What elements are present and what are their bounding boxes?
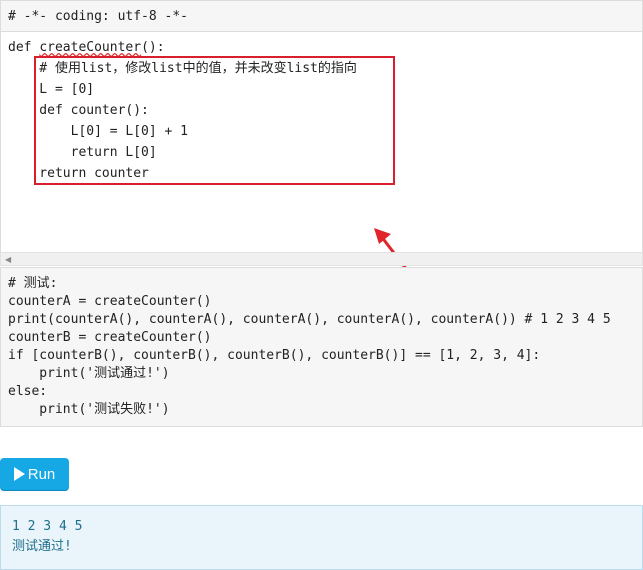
test-line-3: print(counterA(), counterA(), counterA()… [8,312,611,327]
scroll-left-icon[interactable]: ◀ [5,255,11,264]
test-line-6: print('测试通过!') [8,366,170,381]
function-name: createCounter [39,40,142,55]
test-line-1: # 测试: [8,276,58,291]
output-panel: 1 2 3 4 5 测试通过! [0,505,643,570]
output-line-1: 1 2 3 4 5 [12,519,83,534]
output-line-2: 测试通过! [12,539,72,554]
play-icon [13,467,25,481]
encoding-line: # -*- coding: utf-8 -*- [8,8,189,24]
code-header: # -*- coding: utf-8 -*- [0,0,643,32]
test-line-8: print('测试失败!') [8,402,170,417]
test-line-4: counterB = createCounter() [8,330,212,345]
code-line-1: def createCounter(): [8,40,165,55]
run-button-label: Run [27,465,56,483]
test-code-panel: # 测试: counterA = createCounter() print(c… [0,267,643,427]
highlight-box [34,56,395,185]
test-line-2: counterA = createCounter() [8,294,212,309]
run-button[interactable]: Run [0,458,69,490]
test-line-5: if [counterB(), counterB(), counterB(), … [8,348,541,363]
horizontal-scrollbar[interactable]: ◀ [0,252,643,266]
test-line-7: else: [8,384,48,399]
code-editor[interactable]: def createCounter(): # 使用list，修改list中的值，… [0,32,643,272]
